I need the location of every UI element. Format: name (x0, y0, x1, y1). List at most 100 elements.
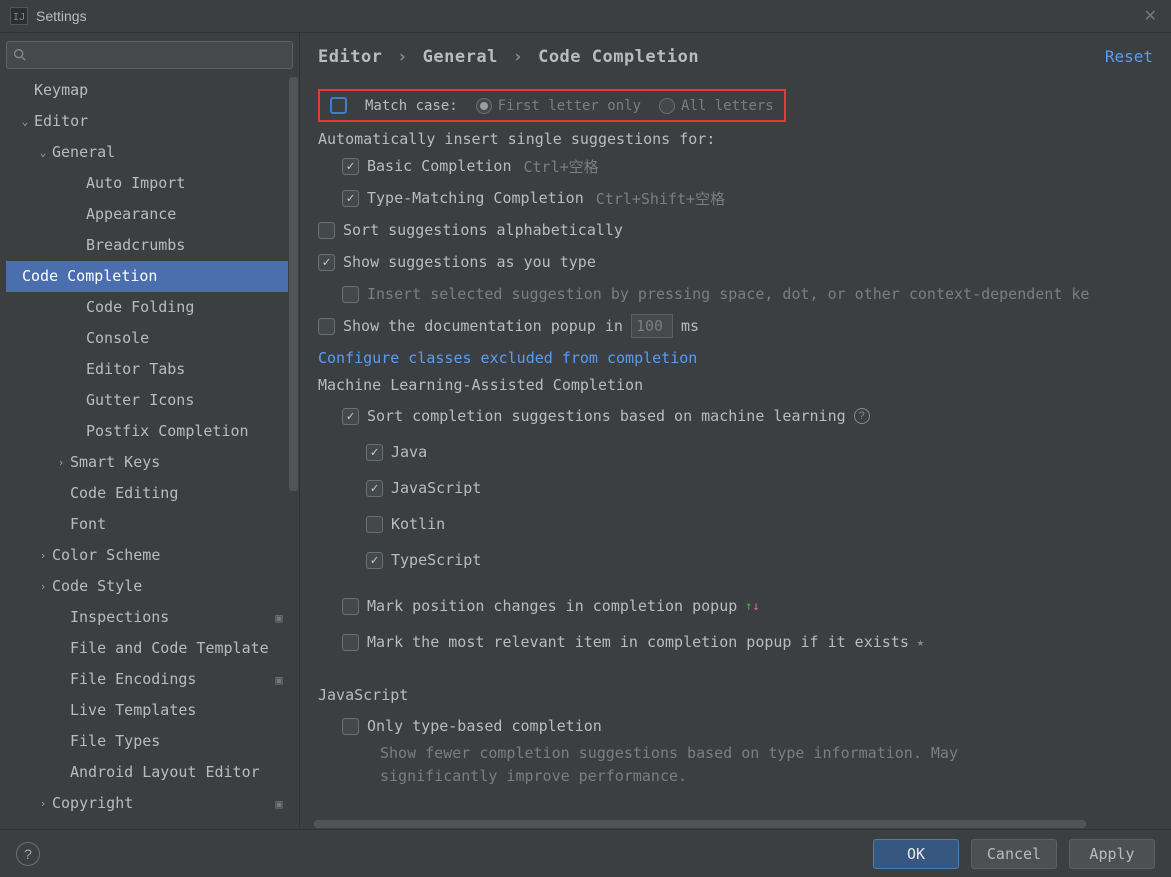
chevron-down-icon[interactable]: ⌄ (36, 147, 50, 158)
doc-popup-label-post: ms (681, 317, 699, 335)
tree-item-label: Android Layout Editor (70, 765, 260, 780)
type-matching-completion-checkbox[interactable] (342, 190, 359, 207)
tree-item-label: Breadcrumbs (86, 238, 185, 253)
tree-item-code-folding[interactable]: Code Folding (6, 292, 293, 323)
tree-item-keymap[interactable]: Keymap (6, 75, 293, 106)
type-matching-completion-label: Type-Matching Completion (367, 189, 584, 207)
configure-excluded-classes-link[interactable]: Configure classes excluded from completi… (318, 349, 697, 367)
tree-item-code-completion[interactable]: Code Completion (6, 261, 293, 292)
ml-sort-label: Sort completion suggestions based on mac… (367, 407, 846, 425)
tree-item-color-scheme[interactable]: ›Color Scheme (6, 540, 293, 571)
tree-item-label: Smart Keys (70, 455, 160, 470)
basic-completion-label: Basic Completion (367, 157, 512, 175)
tree-item-console[interactable]: Console (6, 323, 293, 354)
breadcrumb-c: Code Completion (538, 47, 699, 67)
reset-link[interactable]: Reset (1105, 47, 1153, 66)
chevron-right-icon[interactable]: › (36, 581, 50, 592)
tree-item-inspections[interactable]: Inspections▣ (6, 602, 293, 633)
breadcrumb-a: Editor (318, 47, 382, 67)
tree-item-code-editing[interactable]: Code Editing (6, 478, 293, 509)
breadcrumb-b: General (423, 47, 498, 67)
ml-sort-checkbox[interactable] (342, 408, 359, 425)
help-button[interactable]: ? (16, 842, 40, 866)
mark-most-relevant-checkbox[interactable] (342, 634, 359, 651)
tree-item-label: Appearance (86, 207, 176, 222)
tree-item-label: Console (86, 331, 149, 346)
apply-button[interactable]: Apply (1069, 839, 1155, 869)
tree-item-label: Copyright (52, 796, 133, 811)
ml-javascript-label: JavaScript (391, 479, 481, 497)
ml-kotlin-label: Kotlin (391, 515, 445, 533)
chevron-right-icon[interactable]: › (54, 457, 68, 468)
content-panel: Editor › General › Code Completion Reset… (300, 33, 1171, 829)
tree-item-general[interactable]: ⌄General (6, 137, 293, 168)
tree-item-label: Code Folding (86, 300, 194, 315)
tree-item-appearance[interactable]: Appearance (6, 199, 293, 230)
radio-first-letter-only[interactable] (476, 98, 492, 114)
tree-item-android-layout-editor[interactable]: Android Layout Editor (6, 757, 293, 788)
chevron-right-icon[interactable]: › (36, 550, 50, 561)
breadcrumb: Editor › General › Code Completion (318, 47, 699, 67)
close-icon[interactable]: ✕ (1140, 4, 1161, 28)
mark-position-changes-label: Mark position changes in completion popu… (367, 597, 737, 615)
settings-tree[interactable]: Keymap⌄Editor⌄GeneralAuto ImportAppearan… (6, 75, 293, 829)
radio-first-letter-only-label: First letter only (498, 98, 641, 114)
tree-item-auto-import[interactable]: Auto Import (6, 168, 293, 199)
tree-item-file-and-code-template[interactable]: File and Code Template (6, 633, 293, 664)
show-as-you-type-checkbox[interactable] (318, 254, 335, 271)
tree-item-font[interactable]: Font (6, 509, 293, 540)
help-icon[interactable]: ? (854, 408, 870, 424)
tree-item-file-encodings[interactable]: File Encodings▣ (6, 664, 293, 695)
radio-all-letters[interactable] (659, 98, 675, 114)
tree-item-label: Auto Import (86, 176, 185, 191)
chevron-right-icon[interactable]: › (36, 798, 50, 809)
tree-item-editor[interactable]: ⌄Editor (6, 106, 293, 137)
tree-item-label: Live Templates (70, 703, 196, 718)
tree-item-editor-tabs[interactable]: Editor Tabs (6, 354, 293, 385)
star-icon: ★ (917, 635, 924, 649)
insert-on-space-checkbox[interactable] (342, 286, 359, 303)
ml-javascript-checkbox[interactable] (366, 480, 383, 497)
javascript-section-heading: JavaScript (318, 686, 1153, 704)
tree-item-label: Editor (34, 114, 88, 129)
search-input[interactable] (6, 41, 293, 69)
modified-indicator-icon: ▣ (273, 798, 285, 810)
tree-item-label: Editor Tabs (86, 362, 185, 377)
mark-most-relevant-label: Mark the most relevant item in completio… (367, 633, 909, 651)
tree-item-live-templates[interactable]: Live Templates (6, 695, 293, 726)
ok-button[interactable]: OK (873, 839, 959, 869)
tree-item-label: File Types (70, 734, 160, 749)
mark-position-changes-checkbox[interactable] (342, 598, 359, 615)
tree-item-postfix-completion[interactable]: Postfix Completion (6, 416, 293, 447)
cancel-button[interactable]: Cancel (971, 839, 1057, 869)
ml-java-checkbox[interactable] (366, 444, 383, 461)
content-horizontal-scrollbar[interactable] (314, 819, 1153, 829)
tree-item-label: Keymap (34, 83, 88, 98)
chevron-down-icon[interactable]: ⌄ (18, 116, 32, 127)
js-only-type-checkbox[interactable] (342, 718, 359, 735)
sidebar: Keymap⌄Editor⌄GeneralAuto ImportAppearan… (0, 33, 300, 829)
basic-completion-checkbox[interactable] (342, 158, 359, 175)
ml-typescript-label: TypeScript (391, 551, 481, 569)
tree-item-file-types[interactable]: File Types (6, 726, 293, 757)
match-case-checkbox[interactable] (330, 97, 347, 114)
show-as-you-type-label: Show suggestions as you type (343, 253, 596, 271)
tree-item-code-style[interactable]: ›Code Style (6, 571, 293, 602)
doc-popup-delay-input[interactable] (631, 314, 673, 338)
search-icon (12, 47, 28, 63)
ml-kotlin-checkbox[interactable] (366, 516, 383, 533)
tree-item-copyright[interactable]: ›Copyright ▣ (6, 788, 293, 819)
insert-on-space-label: Insert selected suggestion by pressing s… (367, 285, 1089, 303)
ml-typescript-checkbox[interactable] (366, 552, 383, 569)
tree-item-label: General (52, 145, 115, 160)
match-case-highlight: Match case: First letter only All letter… (318, 89, 786, 122)
tree-item-gutter-icons[interactable]: Gutter Icons (6, 385, 293, 416)
sort-alphabetically-checkbox[interactable] (318, 222, 335, 239)
auto-insert-heading: Automatically insert single suggestions … (318, 130, 1153, 148)
tree-item-breadcrumbs[interactable]: Breadcrumbs (6, 230, 293, 261)
tree-scrollbar[interactable] (288, 77, 299, 829)
tree-item-label: File Encodings (70, 672, 196, 687)
match-case-label: Match case: (365, 98, 458, 114)
tree-item-smart-keys[interactable]: ›Smart Keys (6, 447, 293, 478)
doc-popup-checkbox[interactable] (318, 318, 335, 335)
